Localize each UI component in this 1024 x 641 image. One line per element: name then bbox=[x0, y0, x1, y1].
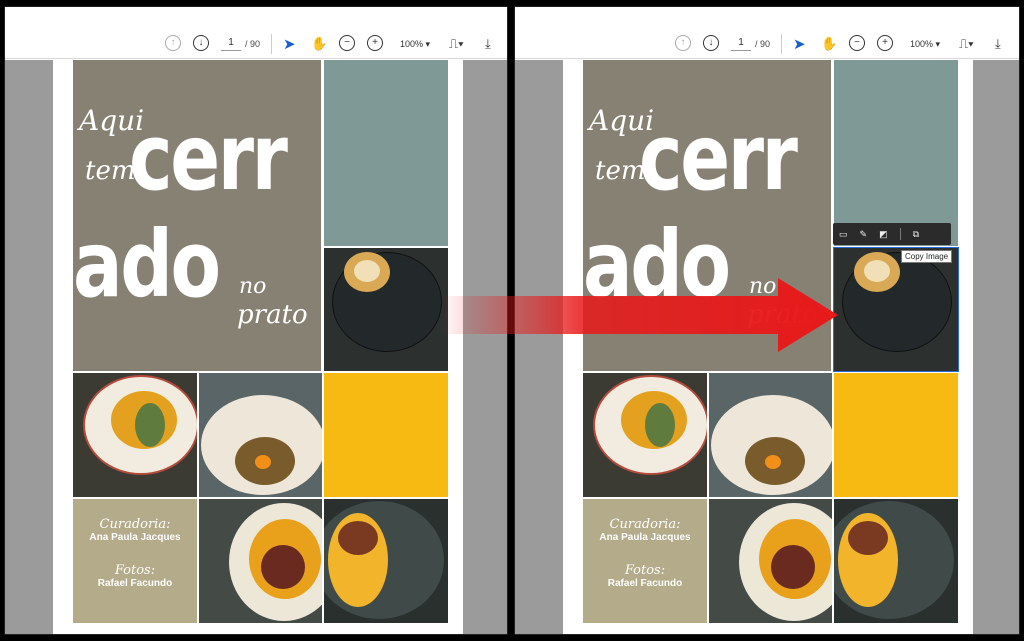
download-icon[interactable]: ⤓ bbox=[995, 35, 1001, 53]
yellow-block bbox=[324, 373, 448, 497]
title-word-cerr: cerr bbox=[129, 104, 288, 211]
curadoria-name: Ana Paula Jacques bbox=[599, 532, 691, 543]
dish-photo-4 bbox=[709, 499, 832, 623]
zoom-value: 100% bbox=[399, 39, 423, 49]
dish-photo-5 bbox=[324, 499, 448, 623]
curadoria-label: Curadoria: bbox=[99, 517, 171, 532]
curadoria-label: Curadoria: bbox=[609, 517, 681, 532]
download-icon[interactable]: ⤓ bbox=[485, 35, 491, 53]
document-viewport[interactable]: Aqui tem cerr ado no prato bbox=[5, 60, 507, 634]
credits-block: Curadoria: Ana Paula Jacques Fotos: Rafa… bbox=[73, 499, 197, 623]
dish-photo-2 bbox=[583, 373, 707, 497]
yellow-block bbox=[834, 373, 958, 497]
title-word-cerr: cerr bbox=[639, 104, 798, 211]
viewer-toolbar: ↑ ↓ 1 / 90 ➤ ✋ − + 100% ▾ ⎍▾ ⤓ bbox=[5, 7, 507, 59]
title-no: no bbox=[239, 274, 267, 299]
zoom-select[interactable]: 100% ▾ bbox=[907, 35, 943, 53]
dish-photo-3 bbox=[199, 373, 322, 497]
pointer-icon[interactable]: ➤ bbox=[793, 35, 806, 53]
page-number-input[interactable]: 1 bbox=[731, 35, 751, 51]
hand-icon[interactable]: ✋ bbox=[311, 35, 327, 53]
image-selection-frame bbox=[833, 247, 959, 372]
toolbar-divider bbox=[781, 34, 782, 54]
pdf-page: Aqui tem cerr ado no prato bbox=[53, 60, 463, 634]
hand-icon[interactable]: ✋ bbox=[821, 35, 837, 53]
teal-block bbox=[324, 60, 448, 246]
pdf-viewer-left: ↑ ↓ 1 / 90 ➤ ✋ − + 100% ▾ ⎍▾ ⤓ Aqui tem … bbox=[4, 6, 508, 635]
title-tem: tem bbox=[85, 156, 136, 186]
zoom-select[interactable]: 100% ▾ bbox=[397, 35, 433, 53]
comparison-figure: ↑ ↓ 1 / 90 ➤ ✋ − + 100% ▾ ⎍▾ ⤓ Aqui tem … bbox=[0, 0, 1024, 641]
toolbar-divider bbox=[271, 34, 272, 54]
page-fit-icon[interactable]: ⎍▾ bbox=[449, 35, 464, 53]
page-total: / 90 bbox=[245, 39, 261, 49]
zoom-out-icon[interactable]: − bbox=[339, 35, 355, 51]
arrow-down-circle-icon[interactable]: ↓ bbox=[193, 35, 209, 51]
zoom-in-icon[interactable]: + bbox=[877, 35, 893, 51]
zoom-out-icon[interactable]: − bbox=[849, 35, 865, 51]
fotos-label: Fotos: bbox=[624, 563, 666, 578]
copy-image-tooltip: Copy Image bbox=[901, 250, 953, 263]
title-prato: prato bbox=[237, 300, 308, 330]
fotos-label: Fotos: bbox=[114, 563, 156, 578]
page-fit-icon[interactable]: ⎍▾ bbox=[959, 35, 974, 53]
zoom-in-icon[interactable]: + bbox=[367, 35, 383, 51]
curadoria-name: Ana Paula Jacques bbox=[89, 532, 181, 543]
image-context-toolbar: ▭ ✎ ◩ ⧉ bbox=[833, 223, 951, 245]
teal-block bbox=[834, 60, 958, 246]
viewer-toolbar: ↑ ↓ 1 / 90 ➤ ✋ − + 100% ▾ ⎍▾ ⤓ bbox=[515, 7, 1019, 59]
zoom-value: 100% bbox=[909, 39, 933, 49]
title-word-ado: ado bbox=[73, 211, 221, 318]
popup-divider bbox=[899, 228, 901, 240]
dish-photo-3 bbox=[709, 373, 832, 497]
dish-photo-1 bbox=[324, 248, 448, 371]
crop-icon[interactable]: ◩ bbox=[879, 229, 888, 240]
title-tem: tem bbox=[595, 156, 646, 186]
dish-photo-4 bbox=[199, 499, 322, 623]
fotos-name: Rafael Facundo bbox=[607, 578, 683, 589]
arrow-up-circle-icon[interactable]: ↑ bbox=[165, 35, 181, 51]
page-total: / 90 bbox=[755, 39, 771, 49]
dish-photo-5 bbox=[834, 499, 958, 623]
arrow-down-circle-icon[interactable]: ↓ bbox=[703, 35, 719, 51]
dish-photo-2 bbox=[73, 373, 197, 497]
page-number-input[interactable]: 1 bbox=[221, 35, 241, 51]
copy-image-icon[interactable]: ⧉ bbox=[913, 229, 919, 240]
credits-block: Curadoria: Ana Paula Jacques Fotos: Rafa… bbox=[583, 499, 707, 623]
fotos-name: Rafael Facundo bbox=[97, 578, 173, 589]
pencil-icon[interactable]: ✎ bbox=[860, 229, 868, 240]
red-arrow-annotation bbox=[440, 278, 838, 352]
comment-icon[interactable]: ▭ bbox=[839, 229, 848, 240]
arrow-up-circle-icon[interactable]: ↑ bbox=[675, 35, 691, 51]
pointer-icon[interactable]: ➤ bbox=[283, 35, 296, 53]
cover-title-block: Aqui tem cerr ado no prato bbox=[73, 60, 321, 371]
